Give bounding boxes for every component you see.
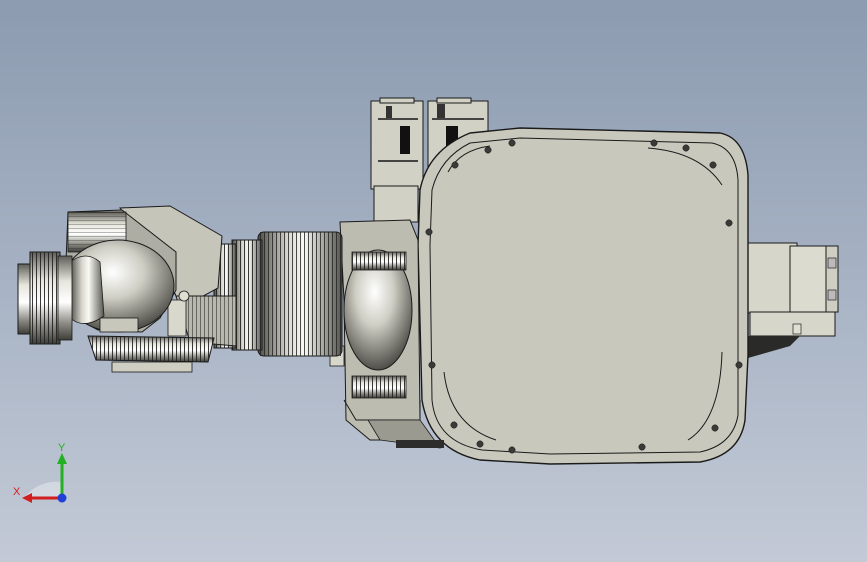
robot-base-plate: [417, 127, 749, 465]
robot-arm-model[interactable]: [0, 0, 867, 562]
z-axis-origin: [57, 493, 67, 503]
axis-triad: Y X: [13, 442, 67, 503]
y-axis-label: Y: [58, 442, 66, 454]
top-connector-left: [370, 97, 424, 223]
rear-junction-box: [744, 242, 839, 358]
x-axis-label: X: [13, 486, 21, 498]
y-axis-arrowhead: [57, 453, 67, 464]
tool-flange: [17, 251, 73, 345]
cad-viewport[interactable]: Y X: [0, 0, 867, 562]
